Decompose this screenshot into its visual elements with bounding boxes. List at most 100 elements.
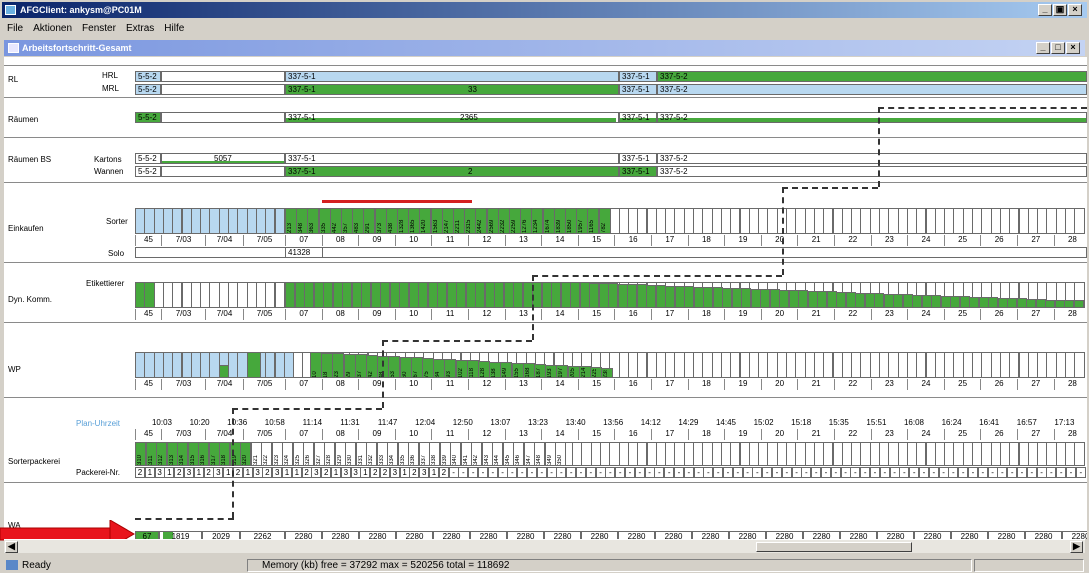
wa-cell: 2280	[803, 531, 840, 539]
horizontal-scrollbar[interactable]: ◀ ▶	[4, 539, 1085, 553]
timeline-tick: 15	[577, 235, 615, 246]
timeline-tick: 15	[577, 309, 615, 320]
divider	[4, 482, 1087, 483]
menu-aktionen[interactable]: Aktionen	[28, 20, 77, 37]
sorterpackerei-cell: 348	[534, 442, 545, 466]
wa-cell: 2280	[914, 531, 951, 539]
packerei-nr-cell: -	[928, 467, 939, 478]
sorter-cell: 213	[285, 208, 297, 234]
timeline-tick: 20	[760, 379, 798, 390]
wa-cell: 2280	[544, 531, 581, 539]
timeline-tick: 23	[870, 309, 908, 320]
child-maximize-button[interactable]: □	[1051, 42, 1065, 54]
timeline-tick: 7/04	[205, 379, 243, 390]
timeline-tick: 14	[541, 235, 578, 246]
wp-cell: 84	[433, 358, 446, 378]
sorter-cell: 357	[341, 208, 353, 234]
packerei-nr-cell: 3	[340, 467, 351, 478]
menu-extras[interactable]: Extras	[121, 20, 159, 37]
wa-cell: 1819	[159, 531, 202, 539]
timeline-tick: 10	[394, 429, 432, 440]
menu-file[interactable]: File	[2, 20, 28, 37]
status-panel	[974, 559, 1084, 572]
row-label-dyn-komm: Dyn. Komm.	[8, 295, 53, 304]
scroll-thumb[interactable]	[756, 542, 912, 552]
timeline-tick: 27	[1017, 379, 1054, 390]
wp-cell: 37	[354, 354, 367, 378]
packerei-nr-cell: -	[1056, 467, 1067, 478]
menu-hilfe[interactable]: Hilfe	[159, 20, 189, 37]
timeline-tick: 21	[797, 309, 834, 320]
menu-fenster[interactable]: Fenster	[77, 20, 121, 37]
packerei-nr-cell: -	[830, 467, 841, 478]
dyn-komm-cell	[579, 282, 590, 308]
row-label-kartons: Kartons	[94, 155, 122, 164]
packerei-nr-cell: 2	[380, 467, 390, 478]
packerei-nr-cell: -	[791, 467, 802, 478]
dyn-komm-cell	[893, 293, 903, 308]
hrl-segment: 337-5-2	[657, 71, 1087, 82]
row-label-wp: WP	[8, 365, 21, 374]
sorterpackerei-cell: 315	[187, 442, 199, 466]
dyn-komm-cell	[313, 282, 324, 308]
divider	[4, 397, 1087, 398]
sorterpackerei-cell	[1074, 442, 1085, 466]
timeline-tick: 27	[1017, 235, 1054, 246]
plan-time: 15:02	[753, 418, 774, 427]
plan-time: 10:58	[264, 418, 285, 427]
timeline-tick: 18	[687, 309, 725, 320]
dyn-komm-cell	[427, 282, 438, 308]
packerei-nr-cell: -	[870, 467, 880, 478]
sorter-cell: 2232	[497, 208, 510, 234]
timeline-tick: 26	[980, 429, 1017, 440]
dyn-komm-cell	[323, 282, 333, 308]
close-button[interactable]: ×	[1068, 4, 1082, 16]
packerei-nr-cell: -	[1036, 467, 1047, 478]
scroll-left-button[interactable]: ◀	[5, 541, 18, 553]
sorterpackerei-cell: 310	[135, 442, 146, 466]
wa-cell: 2280	[618, 531, 655, 539]
plan-time: 16:08	[903, 418, 925, 427]
packerei-nr-cell: -	[487, 467, 498, 478]
sorterpackerei-cell: 329	[334, 442, 346, 466]
minimize-button[interactable]: _	[1038, 4, 1052, 16]
wp-cell: 128	[478, 361, 490, 378]
plan-time: 10:20	[189, 418, 210, 427]
packerei-nr-cell: 3	[252, 467, 263, 478]
sorter-cell-label: 782	[600, 222, 607, 233]
wannen-segment: 337-5-2	[657, 166, 1087, 177]
child-close-button[interactable]: ×	[1066, 42, 1080, 54]
timeline-tick: 08	[321, 235, 359, 246]
wa-cell: 2280	[470, 531, 507, 539]
timeline-tick: 14	[541, 379, 578, 390]
timeline-tick: 16	[614, 309, 651, 320]
plan-time: 13:07	[490, 418, 511, 427]
packerei-nr-cell: 3	[389, 467, 400, 478]
timeline-tick: 10	[394, 235, 432, 246]
sorter-cell: 1420	[419, 208, 432, 234]
wp-cell: 93	[444, 359, 457, 378]
row-label-wannen: Wannen	[94, 167, 124, 176]
scroll-right-button[interactable]: ▶	[1070, 541, 1083, 553]
child-titlebar: Arbeitsfortschritt-Gesamt _ □ ×	[4, 40, 1085, 56]
timeline-tick: 23	[870, 379, 908, 390]
sorterpackerei-cell: 342	[471, 442, 482, 466]
dyn-komm-cell	[807, 290, 818, 308]
timeline-tick: 22	[834, 309, 871, 320]
child-window-icon	[8, 43, 19, 53]
timeline-tick: 22	[834, 429, 871, 440]
dyn-komm-cell	[665, 285, 675, 308]
wa-cell: 2280	[507, 531, 544, 539]
plan-time: 10:03	[151, 418, 173, 427]
dyn-komm-cell	[969, 296, 979, 308]
child-minimize-button[interactable]: _	[1036, 42, 1050, 54]
dyn-komm-cell	[361, 282, 371, 308]
timeline-tick: 27	[1017, 309, 1054, 320]
packerei-nr-cell: -	[546, 467, 557, 478]
packerei-nr-cell: -	[879, 467, 890, 478]
packerei-nr-cell: -	[742, 467, 753, 478]
restore-button[interactable]: ▣	[1053, 4, 1067, 16]
sorterpackerei-cell: 334	[387, 442, 398, 466]
wp-cell: 67	[410, 357, 423, 378]
timeline-tick: 25	[943, 235, 981, 246]
